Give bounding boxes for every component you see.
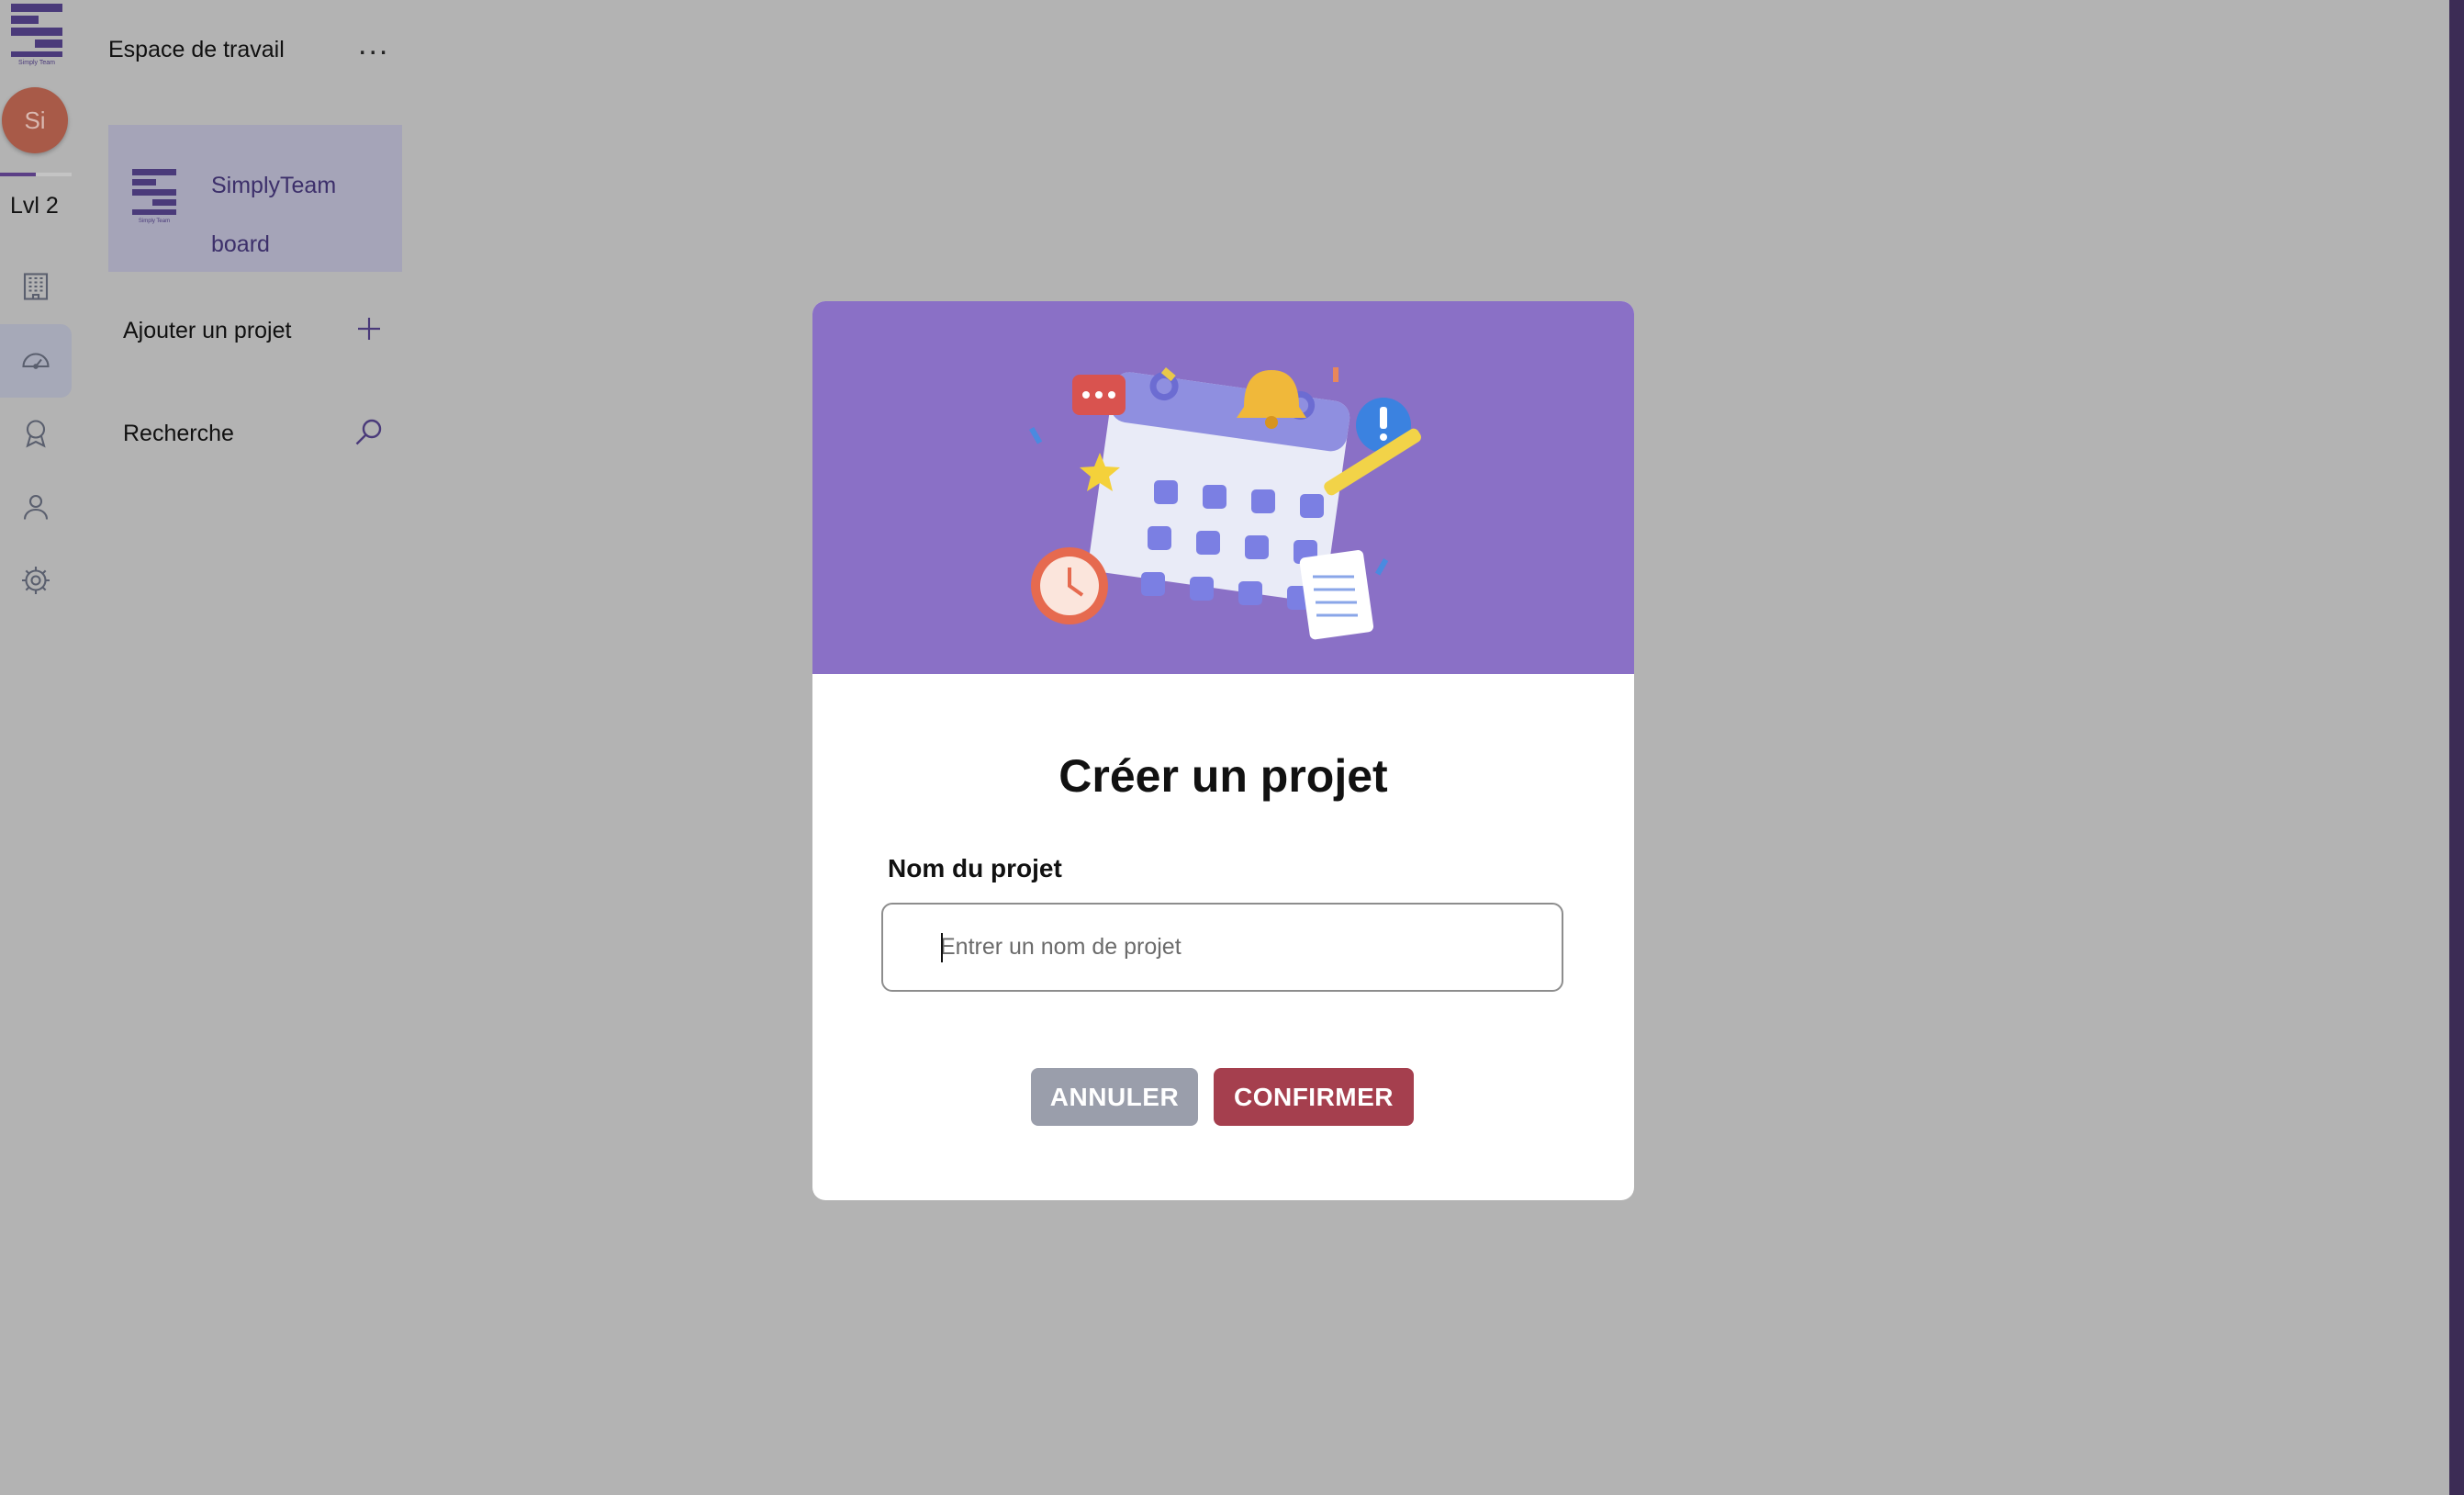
cancel-button[interactable]: ANNULER: [1031, 1068, 1198, 1126]
user-avatar[interactable]: Si: [2, 87, 68, 153]
window-edge: [2449, 0, 2464, 1495]
award-icon: [26, 420, 46, 448]
level-label: Lvl 2: [10, 193, 59, 219]
icon-rail: Simply Team Si Lvl 2: [0, 0, 72, 1495]
level-progress-bar: [0, 173, 72, 176]
simplyteam-logo[interactable]: Simply Team: [9, 2, 64, 66]
user-icon: [23, 494, 49, 520]
calendar-illustration: [1028, 367, 1421, 640]
project-name-input[interactable]: [881, 903, 1563, 992]
svg-text:Simply Team: Simply Team: [139, 219, 170, 224]
rail-item-building[interactable]: [0, 250, 72, 323]
settings-gear-icon: [22, 567, 50, 594]
board-name: SimplyTeam board: [211, 173, 337, 257]
project-name-label: Nom du projet: [888, 854, 1062, 882]
avatar-initials: Si: [24, 106, 46, 134]
search-label[interactable]: Recherche: [123, 421, 234, 447]
workspace-title: Espace de travail: [108, 37, 285, 62]
rail-item-dashboard[interactable]: [0, 324, 72, 398]
rail-item-profile[interactable]: [0, 470, 72, 544]
plus-icon: [358, 318, 380, 340]
workspace-more-button[interactable]: ...: [358, 28, 389, 60]
svg-text:Simply Team: Simply Team: [18, 60, 55, 66]
dashboard-gauge-icon: [22, 353, 50, 369]
calendar-illustration-banner: [812, 301, 1634, 674]
modal-title: Créer un projet: [1058, 750, 1388, 802]
rail-item-awards[interactable]: [0, 397, 72, 470]
rail-item-settings[interactable]: [0, 544, 72, 617]
add-project-label[interactable]: Ajouter un projet: [123, 318, 291, 344]
building-icon: [23, 273, 49, 300]
board-card[interactable]: Simply Team SimplyTeam board: [108, 125, 402, 272]
create-project-modal: Créer un projet Nom du projet ANNULER CO…: [812, 301, 1634, 1200]
search-button[interactable]: [353, 415, 386, 453]
search-icon: [355, 419, 382, 445]
add-project-button[interactable]: [354, 314, 384, 348]
board-logo-icon: Simply Team: [130, 167, 178, 224]
text-caret: [941, 933, 943, 962]
confirm-button[interactable]: CONFIRMER: [1214, 1068, 1414, 1126]
